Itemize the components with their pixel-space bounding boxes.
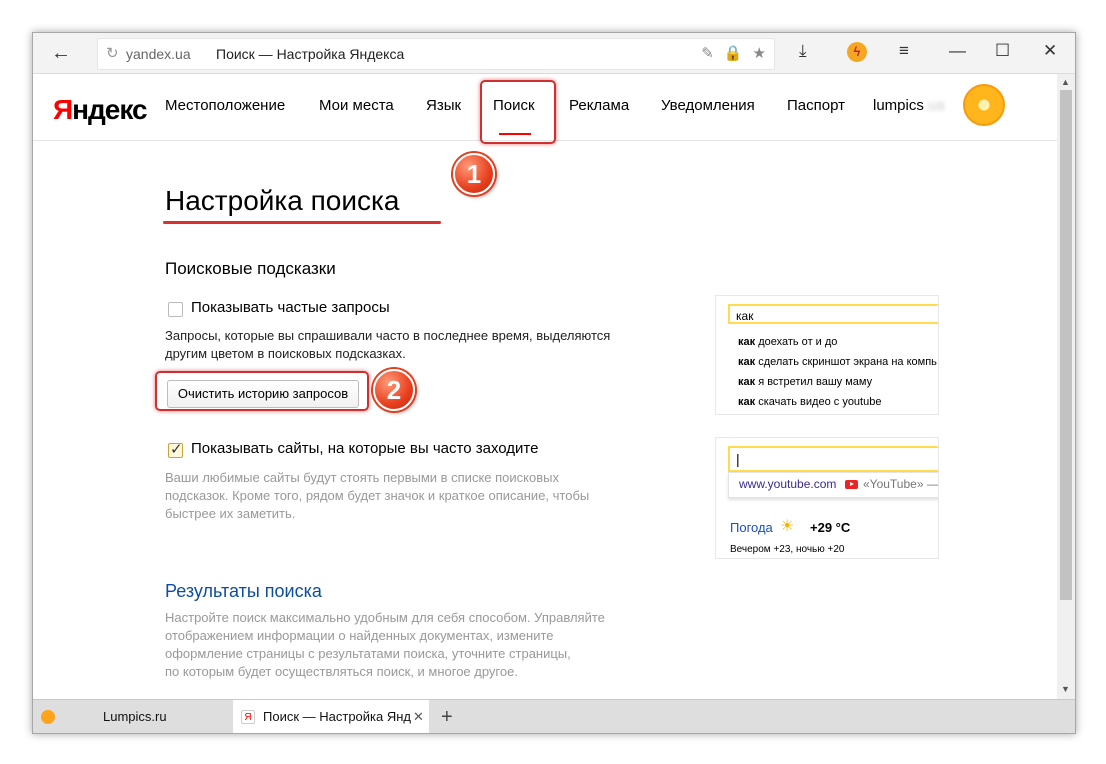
back-button[interactable]: ← xyxy=(47,41,75,65)
list-item: как доехать от и до xyxy=(738,336,838,348)
results-heading[interactable]: Результаты поиска xyxy=(165,581,322,602)
preview-empty-input: | xyxy=(728,446,938,472)
weather-temp: +29 °C xyxy=(810,520,851,535)
list-item: как я встретил вашу маму xyxy=(738,376,873,388)
weather-sun-cloud-icon: ☀ xyxy=(780,518,795,535)
page-scrollbar[interactable]: ▲ ▼ xyxy=(1057,74,1075,699)
results-description: Настройте поиск максимально удобным для … xyxy=(165,610,605,679)
step-badge-2: 2 xyxy=(373,369,415,411)
reload-icon[interactable]: ↻ xyxy=(106,44,119,62)
preview-site-suggestion: www.youtube.com «YouTube» — xyxy=(728,472,939,498)
tab-yandex-settings[interactable]: Я Поиск — Настройка Янд ✕ xyxy=(233,700,429,733)
tab-close-icon[interactable]: ✕ xyxy=(413,700,424,733)
yandex-favicon-icon: Я xyxy=(241,710,255,724)
frequent-sites-label[interactable]: Показывать сайты, на которые вы часто за… xyxy=(191,440,538,457)
address-bar[interactable]: ↻ yandex.ua Поиск — Настройка Яндекса ✎ 🔒… xyxy=(97,38,775,70)
new-tab-button[interactable]: + xyxy=(441,700,453,733)
turbo-icon[interactable]: ϟ xyxy=(847,42,867,62)
preview-site-desc: «YouTube» — xyxy=(863,477,939,491)
nav-my-places[interactable]: Мои места xyxy=(319,97,394,114)
tab-yandex-title: Поиск — Настройка Янд xyxy=(263,709,412,724)
highlight-search-tab xyxy=(480,80,556,144)
tab-bar: Lumpics.ru Я Поиск — Настройка Янд ✕ + xyxy=(33,699,1075,733)
address-page-title: Поиск — Настройка Яндекса xyxy=(216,46,405,62)
address-domain: yandex.ua xyxy=(126,46,191,62)
nav-language[interactable]: Язык xyxy=(426,97,461,114)
star-icon[interactable]: ★ xyxy=(753,45,766,62)
page-title: Настройка поиска xyxy=(165,185,400,216)
youtube-icon xyxy=(845,480,858,489)
frequent-queries-checkbox[interactable] xyxy=(168,302,183,317)
scrollbar-thumb[interactable] xyxy=(1060,90,1072,600)
settings-content: Настройка поиска 1 Поисковые подсказки П… xyxy=(33,141,1057,699)
orange-favicon-icon xyxy=(41,710,55,724)
frequent-queries-label[interactable]: Показывать частые запросы xyxy=(191,299,390,316)
avatar[interactable] xyxy=(963,84,1005,126)
frequent-sites-description: Ваши любимые сайты будут стоять первыми … xyxy=(165,470,590,521)
nav-notifications[interactable]: Уведомления xyxy=(661,97,755,114)
close-icon[interactable]: ✕ xyxy=(1043,41,1057,61)
lock-icon[interactable]: 🔒 xyxy=(724,45,743,62)
suggestions-heading: Поисковые подсказки xyxy=(165,259,336,278)
sites-preview: | www.youtube.com «YouTube» — Погода ☀ +… xyxy=(715,437,939,559)
title-underline-highlight xyxy=(163,221,441,224)
address-icons: ✎ 🔒 ★ xyxy=(691,44,766,62)
weather-forecast: Вечером +23, ночью +20 xyxy=(730,544,845,555)
nav-passport[interactable]: Паспорт xyxy=(787,97,845,114)
minimize-icon[interactable]: — xyxy=(949,41,966,61)
menu-icon[interactable]: ≡ xyxy=(899,41,909,61)
nav-ads[interactable]: Реклама xyxy=(569,97,629,114)
clear-history-button[interactable]: Очистить историю запросов xyxy=(167,380,359,408)
download-icon[interactable]: ⤓ xyxy=(799,41,807,61)
key-icon[interactable]: ✎ xyxy=(701,45,714,62)
list-item: как скачать видео с youtube xyxy=(738,396,882,408)
scroll-up-icon[interactable]: ▲ xyxy=(1061,77,1070,87)
scroll-down-icon[interactable]: ▼ xyxy=(1061,684,1070,694)
yandex-logo[interactable]: Яндекс xyxy=(53,94,148,126)
tab-lumpics[interactable]: Lumpics.ru xyxy=(33,700,233,733)
list-item: как сделать скриншот экрана на компь xyxy=(738,356,937,368)
tab-lumpics-title: Lumpics.ru xyxy=(103,709,167,724)
preview-search-input: как xyxy=(728,304,938,324)
suggestions-preview: как как доехать от и до как сделать скри… xyxy=(715,295,939,415)
frequent-queries-description: Запросы, которые вы спрашивали часто в п… xyxy=(165,328,611,361)
browser-toolbar: ← ↻ yandex.ua Поиск — Настройка Яндекса … xyxy=(33,33,1075,74)
frequent-sites-checkbox[interactable] xyxy=(168,440,183,458)
preview-site-link: www.youtube.com xyxy=(739,477,837,491)
step-badge-1: 1 xyxy=(453,153,495,195)
nav-location[interactable]: Местоположение xyxy=(165,97,285,114)
yandex-header: Яндекс Местоположение Мои места Язык Пои… xyxy=(33,74,1057,144)
maximize-icon[interactable]: ☐ xyxy=(995,41,1010,61)
browser-window: ← ↻ yandex.ua Поиск — Настройка Яндекса … xyxy=(32,32,1076,734)
username[interactable]: lumpics.ua xyxy=(873,97,945,114)
weather-label: Погода xyxy=(730,520,773,535)
